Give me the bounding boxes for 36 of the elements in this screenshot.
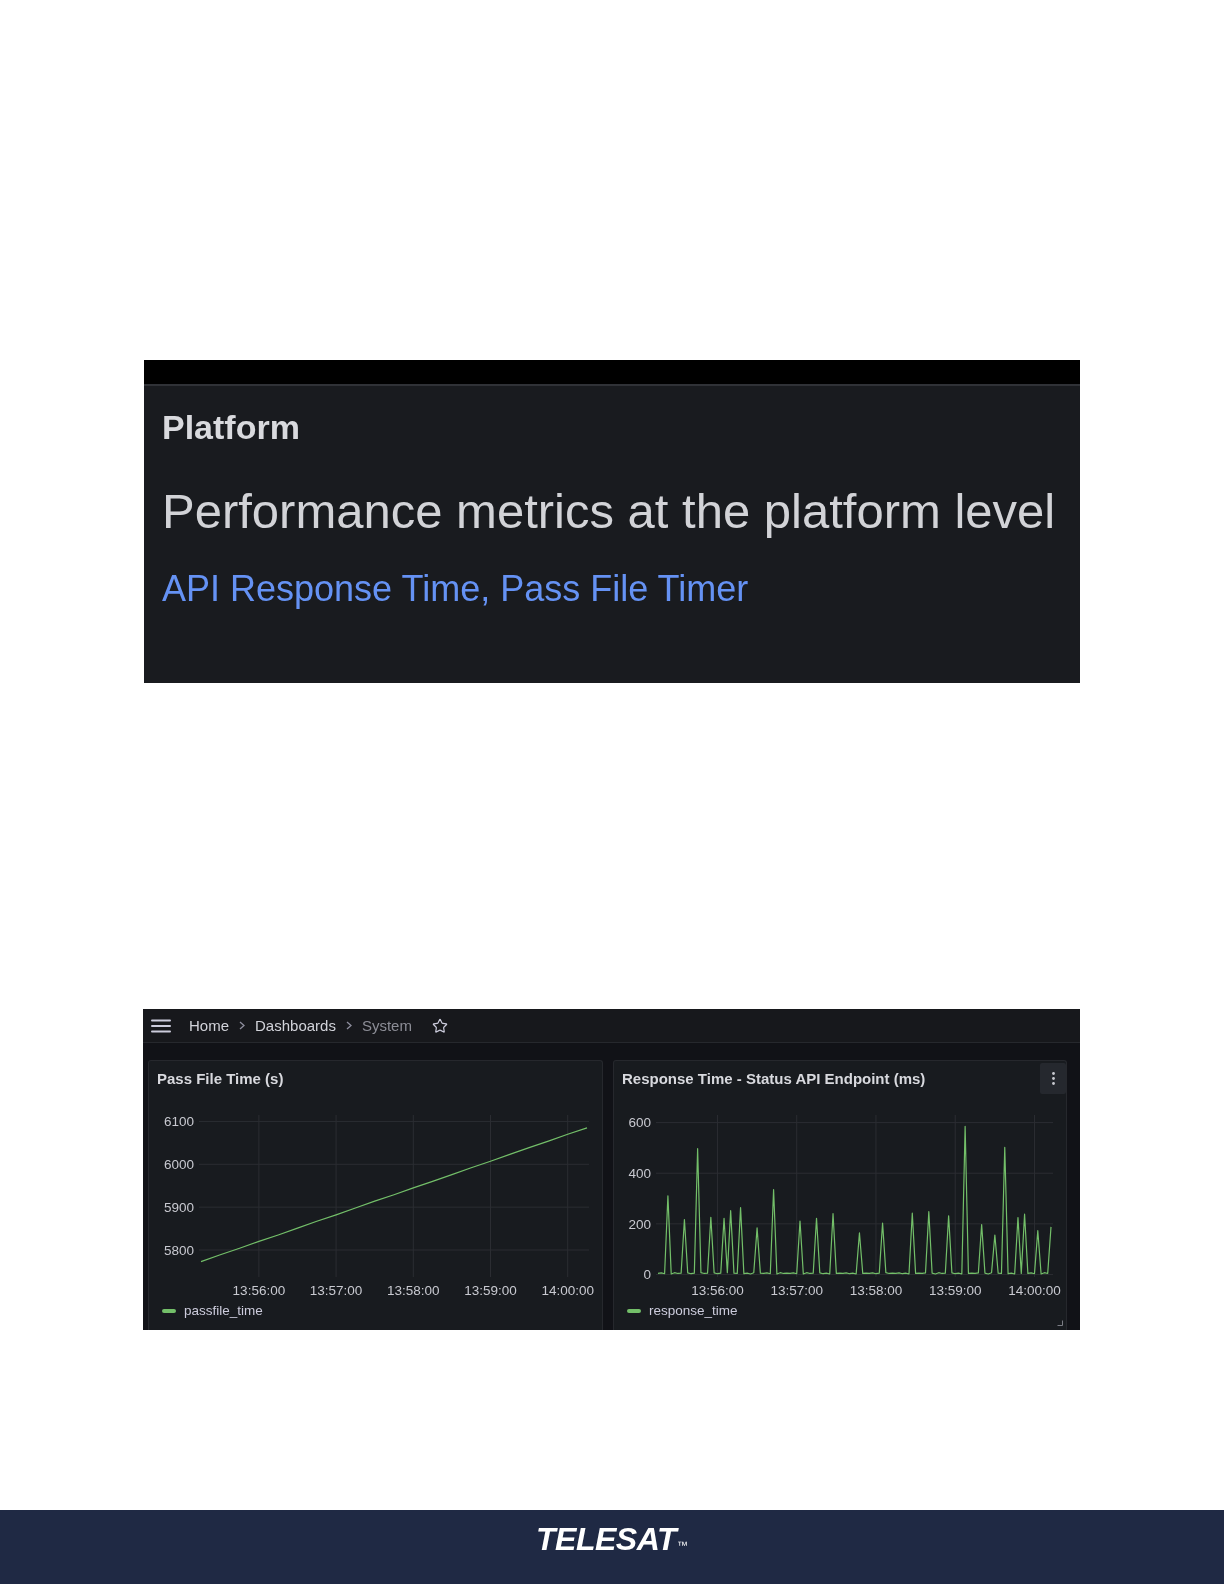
panel-description: Performance metrics at the platform level (162, 483, 1056, 539)
x-axis-label: 13:57:00 (770, 1283, 823, 1298)
chevron-icon (239, 1021, 245, 1030)
panel-heading: Platform (162, 408, 300, 447)
x-axis-label: 13:58:00 (387, 1283, 440, 1298)
y-axis-label: 5900 (163, 1199, 194, 1215)
kebab-icon (1051, 1072, 1055, 1085)
y-axis-label: 200 (628, 1216, 651, 1232)
breadcrumb-link[interactable]: System (361, 1016, 412, 1035)
legend-label[interactable]: passfile_time (184, 1303, 263, 1319)
x-axis-label: 14:00:00 (541, 1283, 594, 1298)
y-axis-label: 6000 (163, 1157, 194, 1173)
x-axis-label: 13:59:00 (464, 1283, 517, 1298)
y-axis-label: 400 (628, 1166, 651, 1181)
y-axis-label: 5800 (163, 1242, 194, 1258)
x-axis-label: 13:56:00 (691, 1283, 744, 1298)
x-axis-label: 13:59:00 (928, 1283, 982, 1298)
x-axis-label: 13:57:00 (309, 1283, 363, 1298)
breadcrumb-link[interactable]: Dashboards (255, 1016, 336, 1035)
metrics-link[interactable]: API Response Time, Pass File Timer (162, 568, 749, 609)
trademark-mark: ™ (676, 1540, 688, 1551)
x-axis-label: 13:58:00 (849, 1283, 903, 1298)
panel-title: Response Time - Status API Endpoint (ms) (622, 1070, 926, 1088)
panel-menu-button[interactable] (1040, 1063, 1066, 1094)
x-axis-label: 13:56:00 (232, 1283, 286, 1298)
y-axis-label: 6100 (163, 1114, 194, 1130)
breadcrumb-link[interactable]: Home (189, 1016, 229, 1035)
y-axis-label: 600 (628, 1115, 651, 1131)
panel-title: Pass File Time (s) (157, 1070, 284, 1088)
resize-handle-icon[interactable] (1057, 1320, 1063, 1326)
y-axis-label: 0 (643, 1267, 651, 1283)
legend-label[interactable]: response_time (649, 1303, 738, 1319)
star-icon[interactable] (431, 1017, 448, 1034)
menu-icon[interactable] (151, 1018, 171, 1033)
x-axis-label: 14:00:00 (1008, 1283, 1061, 1298)
chevron-icon (345, 1021, 352, 1030)
